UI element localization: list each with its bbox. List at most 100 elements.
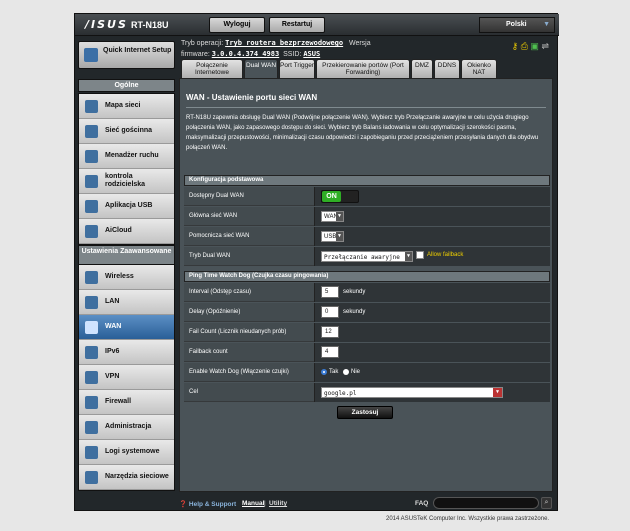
sidebar-item-label: AiCloud [105,227,132,234]
language-select[interactable]: Polski ▼ [479,17,555,33]
sidebar-item-firewall[interactable]: Firewall [79,390,174,415]
delay-label: Delay (Opóźnienie) [189,309,241,315]
lan-icon [85,296,98,309]
key-icon[interactable]: ⚷ [512,41,519,51]
admin-icon [85,421,98,434]
status-info: Tryb operacji: Tryb routera bezprzewodow… [181,38,371,60]
watchdog-no-radio[interactable] [343,369,349,375]
tab-1[interactable]: Dual WAN [244,59,278,78]
ssid-link[interactable]: ASUS [303,50,320,58]
tab-5[interactable]: DDNS [434,59,460,78]
sidebar-item-wireless[interactable]: Wireless [79,265,174,290]
network-tools-icon [85,471,98,484]
fail-count-row: Fail Count (Licznik nieudanych prób) 12 [184,323,550,342]
delay-input[interactable]: 0 [321,306,339,318]
watchdog-label: Enable Watch Dog (Włączenie czujki) [189,369,289,375]
target-select[interactable]: google.pl ▼ [321,387,503,398]
tab-6[interactable]: Okienko NAT [461,59,497,78]
sidebar-item-label: Menadżer ruchu [105,152,159,159]
sidebar-item-network-map[interactable]: Mapa sieci [79,94,174,119]
optype-label: Tryb operacji: [181,40,224,47]
wireless-icon [85,271,98,284]
dual-wan-toggle[interactable]: ON [321,190,359,203]
tab-bar: Połączenie Internetowe Dual WAN Port Trigg… [181,59,497,78]
sidebar-item-vpn[interactable]: VPN [79,365,174,390]
sidebar-item-parental-control[interactable]: kontrola rodzicielska [79,169,174,194]
sidebar-item-traffic-manager[interactable]: Menadżer ruchu [79,144,174,169]
page-description: RT-N18U zapewnia obsługę Dual WAN (Podwó… [186,115,539,151]
delay-row: Delay (Opóźnienie) 0 sekundy [184,303,550,322]
utility-link[interactable]: Utility [269,500,287,507]
dual-wan-mode-label: Tryb Dual WAN [189,253,231,259]
secondary-wan-row: Pomocnicza sieć WAN USB ▼ [184,227,550,246]
chevron-down-icon: ▼ [493,388,502,397]
firmware-link[interactable]: 3.0.0.4.374_4983 [212,50,279,58]
optype-link[interactable]: Tryb routera bezprzewodowego [225,39,343,47]
search-icon[interactable]: ⌕ [541,497,552,509]
interval-row: Interval (Odstęp czasu) 5 sekundy [184,283,550,302]
general-menu: Mapa sieci Sieć gościnna Menadżer ruchu kon… [78,93,175,245]
sidebar-item-cloud[interactable]: AiCloud [79,219,174,244]
sidebar-item-label: Firewall [105,398,132,405]
status-icons: ⚷ ⎙ ▣ ⇌ [512,41,549,52]
sidebar-item-label: LAN [105,298,120,305]
tab-2[interactable]: Port Trigger [279,59,315,78]
watchdog-yes-label: Tak [329,369,339,375]
usb-icon[interactable]: ⇌ [541,41,549,51]
vpn-icon [85,371,98,384]
sidebar-item-label: VPN [105,373,120,380]
sidebar-item-network-tools[interactable]: Narzędzia sieciowe [79,465,174,490]
manual-link[interactable]: Manual [242,500,264,507]
interval-input[interactable]: 5 [321,286,339,298]
primary-wan-label: Główna sieć WAN [189,213,238,219]
asus-logo: /ISUS [85,18,128,31]
failback-row: Failback count 4 [184,343,550,362]
sidebar-item-lan[interactable]: LAN [79,290,174,315]
help-label: Help & Support [188,501,237,508]
tab-0[interactable]: Połączenie Internetowe [181,59,243,78]
wan-settings-panel: WAN - Ustawienie portu sieci WAN RT-N18U… [179,78,553,492]
dual-wan-label: Dostępny Dual WAN [189,193,244,199]
target-label: Cel [189,389,199,395]
wan-icon [85,321,98,334]
firewall-icon [85,396,98,409]
watchdog-yes-radio[interactable] [321,369,327,375]
secondary-wan-select[interactable]: USB ▼ [321,231,344,242]
secondary-wan-value: USB [324,234,337,240]
footer: ❓ Help & Support Manual | Utility FAQ ⌕ [179,496,553,512]
sidebar-item-label: Aplikacja USB [105,202,153,209]
tab-3[interactable]: Przekierowanie portów (Port Forwarding) [316,59,410,78]
network-icon[interactable]: ▣ [530,41,539,51]
failback-label: Failback count [189,349,228,355]
target-value: google.pl [324,390,357,397]
restart-button[interactable]: Restartuj [269,17,325,33]
primary-wan-select[interactable]: WAN ▼ [321,211,344,222]
sidebar-item-guest-network[interactable]: Sieć gościnna [79,119,174,144]
sidebar-item-usb-app[interactable]: Aplikacja USB [79,194,174,219]
fail-count-label: Fail Count (Licznik nieudanych prób) [189,329,287,335]
sidebar-item-label: Narzędzia sieciowe [105,473,169,480]
printer-icon[interactable]: ⎙ [521,41,528,51]
failback-input[interactable]: 4 [321,346,339,358]
traffic-manager-icon [85,150,98,163]
logout-button[interactable]: Wyloguj [209,17,265,33]
tab-4[interactable]: DMZ [411,59,433,78]
help-support-link[interactable]: ❓ Help & Support [179,500,236,508]
footer-separator: | [264,500,266,507]
sidebar-item-ipv6[interactable]: IPv6 [79,340,174,365]
sidebar-item-admin[interactable]: Administracja [79,415,174,440]
allow-failback-checkbox[interactable] [416,251,424,259]
delay-unit: sekundy [343,309,366,315]
quick-internet-setup-button[interactable]: Quick Internet Setup [78,41,175,69]
toggle-on-label: ON [322,191,341,202]
secondary-wan-label: Pomocnicza sieć WAN [189,233,250,239]
sidebar-item-label: Administracja [105,423,152,430]
faq-search-input[interactable] [433,497,539,509]
sidebar-item-system-log[interactable]: Logi systemowe [79,440,174,465]
watchdog-no-label: Nie [351,369,361,375]
ping-watchdog-header: Ping Time Watch Dog (Czujka czasu pingow… [184,271,550,282]
fail-count-input[interactable]: 12 [321,326,339,338]
sidebar-item-wan[interactable]: WAN [79,315,174,340]
apply-button[interactable]: Zastosuj [337,406,393,419]
dual-wan-mode-select[interactable]: Przełączanie awaryjne ▼ [321,251,413,262]
